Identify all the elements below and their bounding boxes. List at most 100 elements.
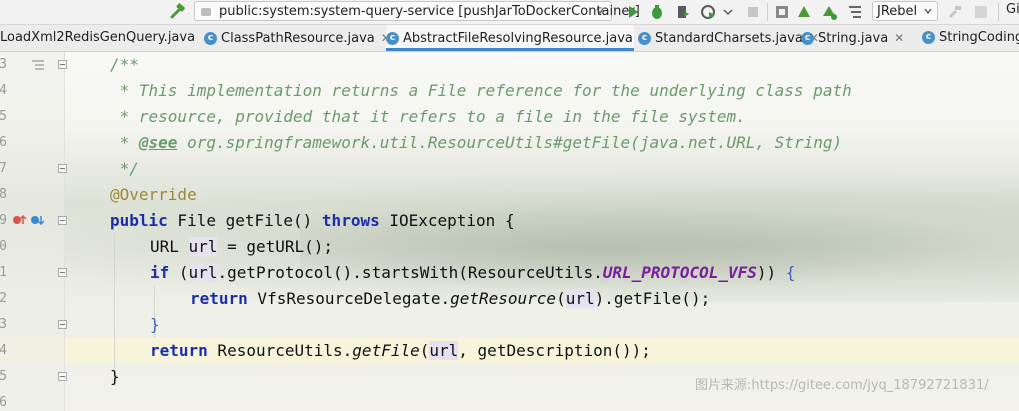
static-method: getFile xyxy=(352,341,420,360)
tab-label: LoadXml2RedisGenQuery.java xyxy=(0,30,196,45)
tab-classpathresource[interactable]: cClassPathResource.java✕ xyxy=(204,25,391,51)
tab-label: AbstractFileResolvingResource.java xyxy=(403,31,633,46)
code-text: )) xyxy=(756,263,786,282)
javadoc-tag: @see xyxy=(138,133,178,152)
code-text: , getDescription()); xyxy=(458,341,651,360)
tab-label: ClassPathResource.java xyxy=(221,31,375,46)
fold-toggle-icon[interactable] xyxy=(58,216,67,225)
profiler-icon[interactable] xyxy=(700,3,718,21)
comment-text: org.springframework.util.ResourceUtils#g… xyxy=(177,133,843,152)
jrebel-debug-icon[interactable] xyxy=(820,3,838,21)
tab-label: StringCoding. xyxy=(939,30,1019,45)
run-config-icon xyxy=(201,8,211,16)
run-icon[interactable] xyxy=(624,3,642,21)
fold-toggle-icon[interactable] xyxy=(58,372,67,381)
comment-text: */ xyxy=(110,159,139,178)
line-number: 5 xyxy=(0,109,7,124)
static-method: getResource xyxy=(450,289,557,308)
editor-gutter: 3 4 5 6 7 8 9 0 1 2 3 4 5 6 xyxy=(0,52,67,411)
fold-toggle-icon[interactable] xyxy=(58,320,67,329)
line-number: 3 xyxy=(0,317,7,332)
editor-tab-bar: LoadXml2RedisGenQuery.java c ClassPathRes… xyxy=(0,25,1019,52)
code-text: ).getFile(); xyxy=(594,289,711,308)
variable-reference: url xyxy=(188,263,218,282)
code-line: * resource, provided that it refers to a… xyxy=(110,104,746,130)
code-line: @Override xyxy=(110,182,197,208)
fold-toggle-icon[interactable] xyxy=(58,268,67,277)
class-icon: c xyxy=(386,32,399,45)
run-configuration-label: public:system:system-query-service [push… xyxy=(219,4,640,19)
override-gutter-icon[interactable] xyxy=(12,212,46,228)
toolbar-separator xyxy=(998,3,999,21)
chevron-down-icon xyxy=(924,8,932,15)
comment-text: /** xyxy=(110,55,139,74)
code-line: return VfsResourceDelegate.getResource(u… xyxy=(190,286,710,312)
code-editor[interactable]: 3 4 5 6 7 8 9 0 1 2 3 4 5 6 /** * This i… xyxy=(0,52,1019,411)
tab-standardcharsets[interactable]: cStandardCharsets.java✕ xyxy=(638,25,819,51)
tab-string[interactable]: c String.java ✕ xyxy=(801,25,915,51)
debug-icon[interactable] xyxy=(648,3,666,21)
keyword: throws xyxy=(321,211,380,230)
static-field: URL_PROTOCOL_VFS xyxy=(602,263,757,282)
line-number: 4 xyxy=(0,343,7,358)
line-number: 7 xyxy=(0,161,7,176)
tab-stringcoding[interactable]: c StringCoding. xyxy=(922,25,1019,51)
build-hammer-icon[interactable] xyxy=(168,2,188,22)
line-number: 6 xyxy=(0,135,7,150)
line-number: 3 xyxy=(0,57,7,72)
coverage-icon[interactable] xyxy=(674,3,692,21)
code-line: } xyxy=(110,364,120,390)
variable-reference: url xyxy=(565,289,595,308)
fold-toggle-icon[interactable] xyxy=(58,60,67,69)
code-text: ( xyxy=(419,341,430,360)
jrebel-label: JRebel xyxy=(877,4,918,19)
line-number: 8 xyxy=(0,187,7,202)
line-number: 1 xyxy=(0,265,7,280)
line-number: 5 xyxy=(0,369,7,384)
variable-reference: url xyxy=(188,237,218,256)
jrebel-panel-icon[interactable] xyxy=(972,3,990,21)
class-icon: c xyxy=(204,32,217,45)
comment-text: * resource, provided that it refers to a… xyxy=(110,107,746,126)
brace: } xyxy=(150,315,160,334)
code-line: return ResourceUtils.getFile(url, getDes… xyxy=(150,338,651,364)
javadoc-toggle-icon[interactable] xyxy=(30,58,46,72)
code-text: VfsResourceDelegate. xyxy=(247,289,451,308)
jrebel-select[interactable]: JRebel xyxy=(872,1,938,21)
chevron-down-icon[interactable] xyxy=(722,3,734,21)
code-line: } xyxy=(150,312,160,338)
code-text: } xyxy=(110,367,120,386)
close-icon[interactable]: ✕ xyxy=(894,31,904,45)
code-line: */ xyxy=(110,156,139,182)
class-icon: c xyxy=(638,32,651,45)
update-running-app-icon[interactable] xyxy=(773,3,791,21)
tab-label: StandardCharsets.java xyxy=(655,31,803,46)
tab-abstractfileresolvingresource[interactable]: cAbstractFileResolvingResource.java✕ xyxy=(386,25,649,51)
tab-label: String.java xyxy=(818,31,889,46)
code-text: ( xyxy=(169,263,189,282)
code-line: * @see org.springframework.util.Resource… xyxy=(110,130,842,156)
jrebel-hammer-icon[interactable] xyxy=(946,3,964,21)
git-label[interactable]: Gi xyxy=(1006,2,1019,17)
fold-toggle-icon[interactable] xyxy=(58,164,67,173)
line-number: 6 xyxy=(0,395,7,410)
line-number: 9 xyxy=(0,213,7,228)
stop-icon[interactable] xyxy=(744,3,762,21)
run-configuration-select[interactable]: public:system:system-query-service [push… xyxy=(194,1,640,21)
keyword: public xyxy=(110,211,168,230)
jrebel-run-icon[interactable] xyxy=(795,3,813,21)
class-icon: c xyxy=(801,32,814,45)
line-number: 4 xyxy=(0,83,7,98)
comment-text: * xyxy=(110,133,139,152)
keyword: return xyxy=(150,341,208,360)
chevron-down-icon xyxy=(596,8,604,15)
tab-loadxml2redisgenquery[interactable]: LoadXml2RedisGenQuery.java xyxy=(0,25,195,51)
code-line: * This implementation returns a File ref… xyxy=(110,78,852,104)
image-source-watermark: 图片来源:https://gitee.com/jyq_18792721831/ xyxy=(695,378,989,393)
keyword: return xyxy=(190,289,248,308)
structure-icon[interactable] xyxy=(846,3,864,21)
code-line: if (url.getProtocol().startsWith(Resourc… xyxy=(150,260,795,286)
main-toolbar: public:system:system-query-service [push… xyxy=(0,0,1019,25)
code-text: File getFile() xyxy=(167,211,322,230)
code-text: URL xyxy=(150,237,189,256)
